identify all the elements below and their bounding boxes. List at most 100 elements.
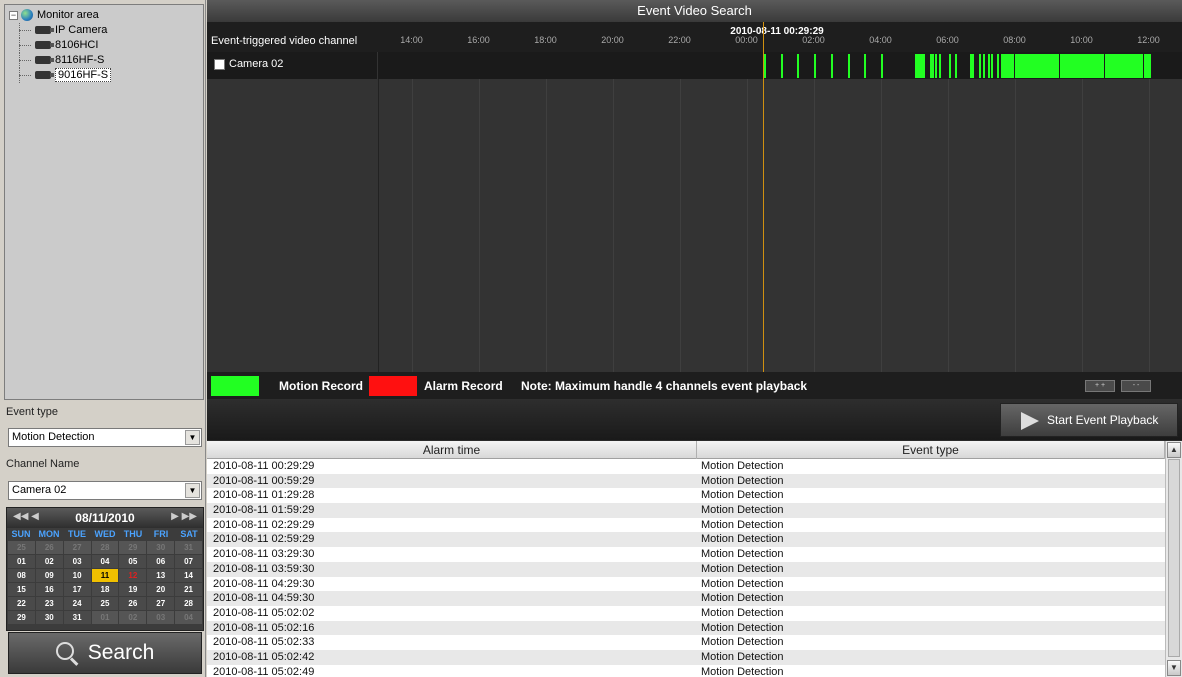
calendar-day[interactable]: 25 <box>91 597 119 610</box>
calendar-day[interactable]: 10 <box>63 569 91 582</box>
chevron-down-icon[interactable]: ▼ <box>185 483 200 498</box>
calendar-day[interactable]: 12 <box>119 569 147 582</box>
calendar-day[interactable]: 14 <box>175 569 202 582</box>
table-row[interactable]: 2010-08-11 05:02:16 Motion Detection <box>207 620 1165 636</box>
calendar-day[interactable]: 01 <box>8 555 35 568</box>
calendar-day[interactable]: 28 <box>175 597 202 610</box>
tree-root-label[interactable]: Monitor area <box>37 9 99 21</box>
camera-checkbox[interactable] <box>214 59 225 70</box>
table-row[interactable]: 2010-08-11 02:59:29 Motion Detection <box>207 532 1165 548</box>
table-row[interactable]: 2010-08-11 04:29:30 Motion Detection <box>207 577 1165 592</box>
tree-item-ip-camera[interactable]: IP Camera <box>9 23 203 38</box>
calendar-day-selected[interactable]: 11 <box>91 569 119 582</box>
calendar-day[interactable]: 27 <box>63 541 91 554</box>
calendar-day[interactable]: 30 <box>147 541 175 554</box>
tree-item-8116hf-s[interactable]: 8116HF-S <box>9 53 203 68</box>
calendar-day[interactable]: 08 <box>8 569 35 582</box>
tree-item-label[interactable]: 8116HF-S <box>55 54 104 66</box>
motion-record-segment[interactable] <box>991 54 994 78</box>
motion-record-segment[interactable] <box>1003 54 1015 78</box>
table-row[interactable]: 2010-08-11 02:29:29 Motion Detection <box>207 518 1165 533</box>
motion-record-segment[interactable] <box>929 54 932 78</box>
motion-record-segment[interactable] <box>864 54 867 78</box>
motion-record-segment[interactable] <box>830 54 833 78</box>
scrollbar-thumb[interactable] <box>1168 459 1180 657</box>
calendar-day[interactable]: 09 <box>35 569 63 582</box>
table-row[interactable]: 2010-08-11 01:59:29 Motion Detection <box>207 503 1165 518</box>
calendar-day[interactable]: 03 <box>147 611 175 624</box>
tree-root[interactable]: − Monitor area <box>9 8 203 23</box>
camera-event-track[interactable] <box>378 52 1182 79</box>
calendar-day[interactable]: 19 <box>119 583 147 596</box>
motion-record-segment[interactable] <box>969 54 975 78</box>
calendar-day[interactable]: 15 <box>8 583 35 596</box>
calendar-day[interactable]: 01 <box>91 611 119 624</box>
zoom-out-button[interactable]: - - <box>1121 380 1151 392</box>
column-header-event-type[interactable]: Event type <box>697 441 1165 459</box>
tree-item-label[interactable]: 8106HCI <box>55 39 98 51</box>
calendar-day[interactable]: 04 <box>91 555 119 568</box>
calendar-day[interactable]: 18 <box>91 583 119 596</box>
calendar-day[interactable]: 07 <box>175 555 202 568</box>
calendar-day[interactable]: 13 <box>147 569 175 582</box>
table-row[interactable]: 2010-08-11 03:29:30 Motion Detection <box>207 547 1165 562</box>
calendar-day[interactable]: 21 <box>175 583 202 596</box>
calendar-day[interactable]: 26 <box>35 541 63 554</box>
calendar-day[interactable]: 31 <box>175 541 202 554</box>
motion-record-segment[interactable] <box>978 54 981 78</box>
tree-item-label-selected[interactable]: 9016HF-S <box>55 68 112 82</box>
motion-record-segment[interactable] <box>781 54 784 78</box>
calendar-day[interactable]: 06 <box>147 555 175 568</box>
calendar-day[interactable]: 20 <box>147 583 175 596</box>
scroll-up-icon[interactable]: ▲ <box>1167 442 1181 458</box>
event-type-select[interactable]: Motion Detection ▼ <box>8 428 202 447</box>
motion-record-segment[interactable] <box>1060 54 1104 78</box>
tree-item-8106hci[interactable]: 8106HCI <box>9 38 203 53</box>
calendar-day[interactable]: 28 <box>91 541 119 554</box>
motion-record-segment[interactable] <box>797 54 800 78</box>
column-header-alarm-time[interactable]: Alarm time <box>207 441 697 459</box>
table-row[interactable]: 2010-08-11 00:59:29 Motion Detection <box>207 473 1165 489</box>
calendar-day[interactable]: 03 <box>63 555 91 568</box>
calendar-next-icon[interactable]: ▶ ▶▶ <box>171 511 197 522</box>
tree-item-label[interactable]: IP Camera <box>55 24 107 36</box>
motion-record-segment[interactable] <box>1014 54 1060 78</box>
calendar-day[interactable]: 05 <box>119 555 147 568</box>
calendar-day[interactable]: 17 <box>63 583 91 596</box>
motion-record-segment[interactable] <box>948 54 951 78</box>
calendar-day[interactable]: 27 <box>147 597 175 610</box>
motion-record-segment[interactable] <box>996 54 999 78</box>
motion-record-segment[interactable] <box>1000 54 1003 78</box>
table-row[interactable]: 2010-08-11 05:02:42 Motion Detection <box>207 649 1165 665</box>
table-row[interactable]: 2010-08-11 00:29:29 Motion Detection <box>207 459 1165 474</box>
motion-record-segment[interactable] <box>983 54 986 78</box>
calendar-day[interactable]: 25 <box>8 541 35 554</box>
calendar-day[interactable]: 02 <box>35 555 63 568</box>
table-row[interactable]: 2010-08-11 01:29:28 Motion Detection <box>207 488 1165 503</box>
device-tree[interactable]: − Monitor area IP Camera 8106HCI 8116HF-S… <box>4 4 204 400</box>
table-row[interactable]: 2010-08-11 05:02:02 Motion Detection <box>207 606 1165 621</box>
channel-name-select[interactable]: Camera 02 ▼ <box>8 481 202 500</box>
calendar-day[interactable]: 22 <box>8 597 35 610</box>
calendar-day[interactable]: 29 <box>8 611 35 624</box>
time-cursor[interactable] <box>762 22 764 372</box>
motion-record-segment[interactable] <box>1104 54 1143 78</box>
motion-record-segment[interactable] <box>881 54 884 78</box>
collapse-icon[interactable]: − <box>9 10 18 20</box>
calendar-day[interactable]: 26 <box>119 597 147 610</box>
table-row[interactable]: 2010-08-11 04:59:30 Motion Detection <box>207 591 1165 606</box>
table-row[interactable]: 2010-08-11 03:59:30 Motion Detection <box>207 561 1165 577</box>
zoom-in-button[interactable]: + + <box>1085 380 1115 392</box>
search-button[interactable]: Search <box>8 632 202 674</box>
start-event-playback-button[interactable]: Start Event Playback <box>1000 403 1178 437</box>
motion-record-segment[interactable] <box>764 54 767 78</box>
calendar-day[interactable]: 29 <box>119 541 147 554</box>
motion-record-segment[interactable] <box>935 54 938 78</box>
scroll-down-icon[interactable]: ▼ <box>1167 660 1181 676</box>
calendar-day[interactable]: 30 <box>35 611 63 624</box>
calendar-day[interactable]: 24 <box>63 597 91 610</box>
tree-item-9016hf-s[interactable]: 9016HF-S <box>9 68 203 83</box>
motion-record-segment[interactable] <box>938 54 941 78</box>
motion-record-segment[interactable] <box>1144 54 1152 78</box>
motion-record-segment[interactable] <box>932 54 935 78</box>
